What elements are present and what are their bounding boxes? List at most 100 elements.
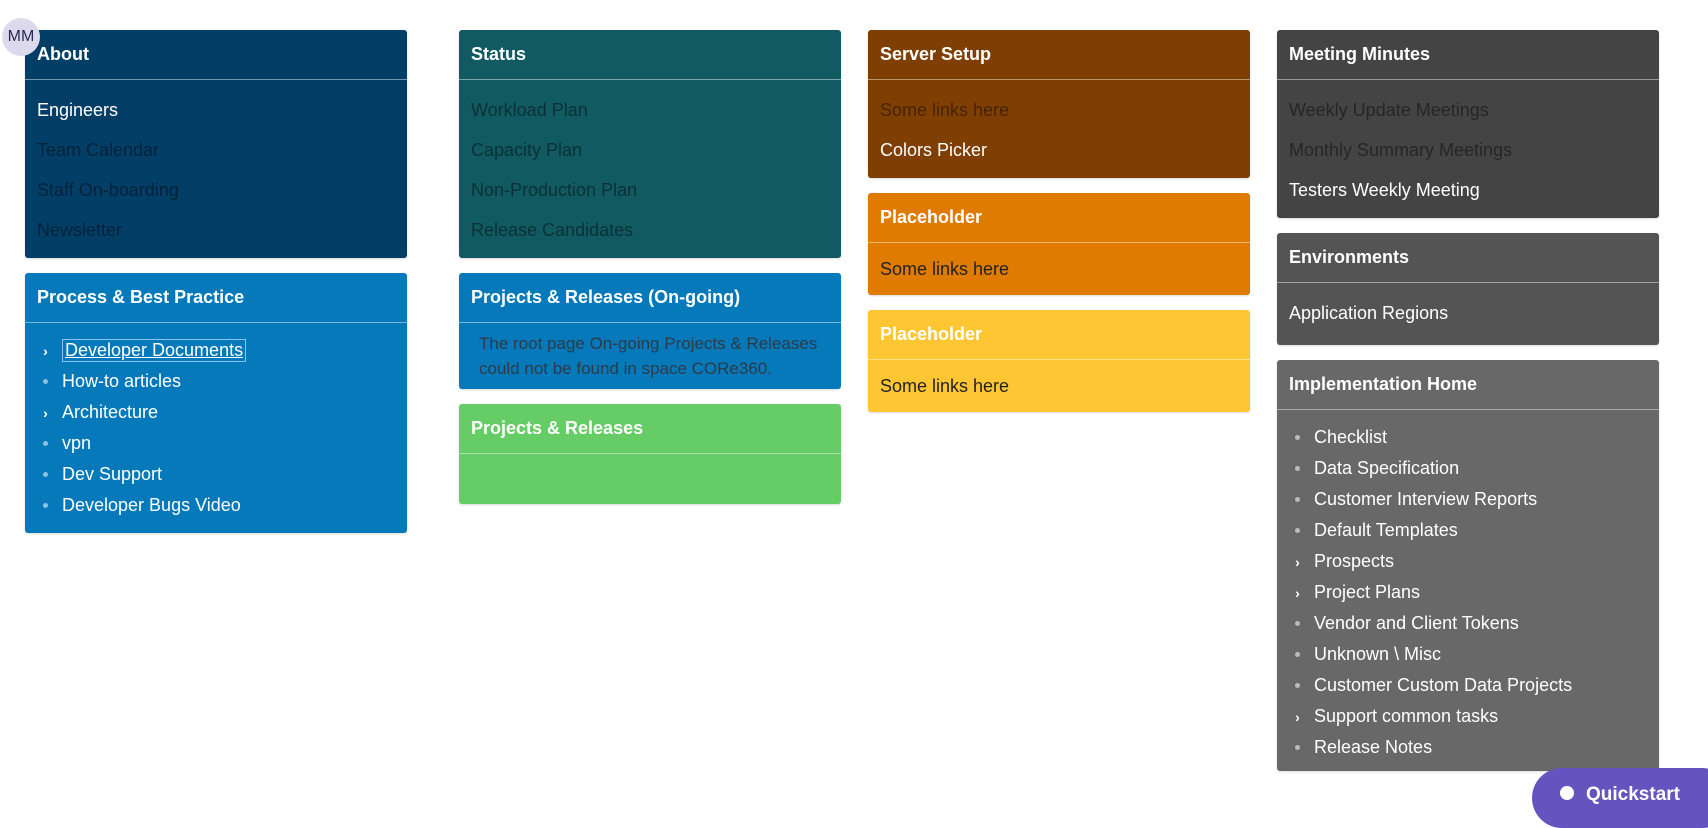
- tree-item-label[interactable]: Developer Bugs Video: [62, 495, 241, 516]
- bullet-icon: [43, 379, 48, 384]
- link-testers-weekly[interactable]: Testers Weekly Meeting: [1289, 170, 1647, 210]
- implementation-panel: Implementation Home Checklist Data Speci…: [1277, 360, 1659, 771]
- tree-item-label[interactable]: Developer Documents: [62, 339, 247, 362]
- link-application-regions[interactable]: Application Regions: [1289, 293, 1647, 333]
- meeting-minutes-title: Meeting Minutes: [1277, 30, 1659, 80]
- tree-item-label[interactable]: Customer Interview Reports: [1314, 489, 1537, 510]
- link-capacity-plan[interactable]: Capacity Plan: [471, 130, 829, 170]
- tree-item-label[interactable]: Dev Support: [62, 464, 162, 485]
- link-some-links[interactable]: Some links here: [880, 249, 1238, 289]
- implementation-tree: Checklist Data Specification Customer In…: [1289, 416, 1647, 763]
- tree-item[interactable]: vpn: [37, 428, 395, 459]
- tree-item[interactable]: Dev Support: [37, 459, 395, 490]
- about-links: Engineers Team Calendar Staff On-boardin…: [25, 80, 407, 258]
- chevron-right-icon[interactable]: ›: [1295, 585, 1300, 601]
- chevron-right-icon[interactable]: ›: [43, 405, 48, 421]
- bullet-icon: [1295, 745, 1300, 750]
- chevron-right-icon[interactable]: ›: [1295, 554, 1300, 570]
- tree-item-label[interactable]: Default Templates: [1314, 520, 1458, 541]
- tree-item-label[interactable]: Checklist: [1314, 427, 1387, 448]
- link-release-candidates[interactable]: Release Candidates: [471, 210, 829, 250]
- link-non-production-plan[interactable]: Non-Production Plan: [471, 170, 829, 210]
- bullet-icon: [1295, 683, 1300, 688]
- environments-panel: Environments Application Regions: [1277, 233, 1659, 345]
- process-tree: › Developer Documents How-to articles › Ar…: [37, 329, 395, 521]
- about-title: About: [25, 30, 407, 80]
- tree-item-label[interactable]: Vendor and Client Tokens: [1314, 613, 1519, 634]
- link-monthly-summary[interactable]: Monthly Summary Meetings: [1289, 130, 1647, 170]
- quickstart-label: Quickstart: [1586, 784, 1680, 805]
- server-setup-panel: Server Setup Some links here Colors Pick…: [868, 30, 1250, 178]
- tree-item-label[interactable]: Unknown \ Misc: [1314, 644, 1441, 665]
- column-3: Server Setup Some links here Colors Pick…: [868, 30, 1250, 427]
- meeting-minutes-panel: Meeting Minutes Weekly Update Meetings M…: [1277, 30, 1659, 218]
- projects-releases-body: [459, 454, 841, 504]
- placeholder-yellow-panel: Placeholder Some links here: [868, 310, 1250, 412]
- tree-item[interactable]: Checklist: [1289, 422, 1647, 453]
- link-colors-picker[interactable]: Colors Picker: [880, 130, 1238, 170]
- link-team-calendar[interactable]: Team Calendar: [37, 130, 395, 170]
- placeholder-title: Placeholder: [868, 310, 1250, 360]
- tree-item-label[interactable]: How-to articles: [62, 371, 181, 392]
- tree-item-label[interactable]: Data Specification: [1314, 458, 1459, 479]
- column-4: Meeting Minutes Weekly Update Meetings M…: [1277, 30, 1659, 786]
- bullet-icon: [43, 441, 48, 446]
- about-panel: About Engineers Team Calendar Staff On-b…: [25, 30, 407, 258]
- bullet-icon: [1295, 621, 1300, 626]
- tree-item[interactable]: Customer Custom Data Projects: [1289, 670, 1647, 701]
- tree-item[interactable]: Default Templates: [1289, 515, 1647, 546]
- tree-item[interactable]: Unknown \ Misc: [1289, 639, 1647, 670]
- tree-item[interactable]: › Prospects: [1289, 546, 1647, 577]
- bullet-icon: [1295, 497, 1300, 502]
- link-engineers[interactable]: Engineers: [37, 90, 395, 130]
- tree-item[interactable]: How-to articles: [37, 366, 395, 397]
- tree-item-label[interactable]: Project Plans: [1314, 582, 1420, 603]
- tree-item[interactable]: Data Specification: [1289, 453, 1647, 484]
- link-some-links[interactable]: Some links here: [880, 90, 1238, 130]
- tree-item[interactable]: › Architecture: [37, 397, 395, 428]
- implementation-title: Implementation Home: [1277, 360, 1659, 410]
- bullet-icon: [1295, 528, 1300, 533]
- link-newsletter[interactable]: Newsletter: [37, 210, 395, 250]
- link-some-links[interactable]: Some links here: [880, 366, 1238, 406]
- tree-item[interactable]: › Project Plans: [1289, 577, 1647, 608]
- quickstart-button[interactable]: Quickstart: [1532, 768, 1708, 828]
- link-weekly-update[interactable]: Weekly Update Meetings: [1289, 90, 1647, 130]
- column-2: Status Workload Plan Capacity Plan Non-P…: [459, 30, 841, 519]
- link-workload-plan[interactable]: Workload Plan: [471, 90, 829, 130]
- tree-item-label[interactable]: Support common tasks: [1314, 706, 1498, 727]
- projects-releases-panel: Projects & Releases: [459, 404, 841, 504]
- tree-item[interactable]: Developer Bugs Video: [37, 490, 395, 521]
- projects-releases-title: Projects & Releases: [459, 404, 841, 454]
- link-staff-onboarding[interactable]: Staff On-boarding: [37, 170, 395, 210]
- user-avatar[interactable]: MM: [2, 18, 40, 56]
- projects-ongoing-title: Projects & Releases (On-going): [459, 273, 841, 323]
- status-panel: Status Workload Plan Capacity Plan Non-P…: [459, 30, 841, 258]
- column-1: About Engineers Team Calendar Staff On-b…: [25, 30, 407, 548]
- bullet-icon: [43, 503, 48, 508]
- tree-item[interactable]: Release Notes: [1289, 732, 1647, 763]
- chevron-right-icon[interactable]: ›: [43, 343, 48, 359]
- bullet-icon: [43, 472, 48, 477]
- process-panel: Process & Best Practice › Developer Docum…: [25, 273, 407, 533]
- placeholder-orange-panel: Placeholder Some links here: [868, 193, 1250, 295]
- process-title: Process & Best Practice: [25, 273, 407, 323]
- projects-ongoing-panel: Projects & Releases (On-going) The root …: [459, 273, 841, 389]
- tree-item[interactable]: › Support common tasks: [1289, 701, 1647, 732]
- tree-item-label[interactable]: Architecture: [62, 402, 158, 423]
- lightbulb-icon: [1560, 786, 1574, 800]
- bullet-icon: [1295, 435, 1300, 440]
- tree-item[interactable]: Vendor and Client Tokens: [1289, 608, 1647, 639]
- status-title: Status: [459, 30, 841, 80]
- tree-item[interactable]: › Developer Documents: [37, 335, 395, 366]
- tree-item-label[interactable]: Release Notes: [1314, 737, 1432, 758]
- tree-item[interactable]: Customer Interview Reports: [1289, 484, 1647, 515]
- tree-item-label[interactable]: vpn: [62, 433, 91, 454]
- server-setup-title: Server Setup: [868, 30, 1250, 80]
- tree-item-label[interactable]: Customer Custom Data Projects: [1314, 675, 1572, 696]
- chevron-right-icon[interactable]: ›: [1295, 709, 1300, 725]
- tree-item-label[interactable]: Prospects: [1314, 551, 1394, 572]
- bullet-icon: [1295, 652, 1300, 657]
- error-message: The root page On-going Projects & Releas…: [479, 334, 818, 378]
- bullet-icon: [1295, 466, 1300, 471]
